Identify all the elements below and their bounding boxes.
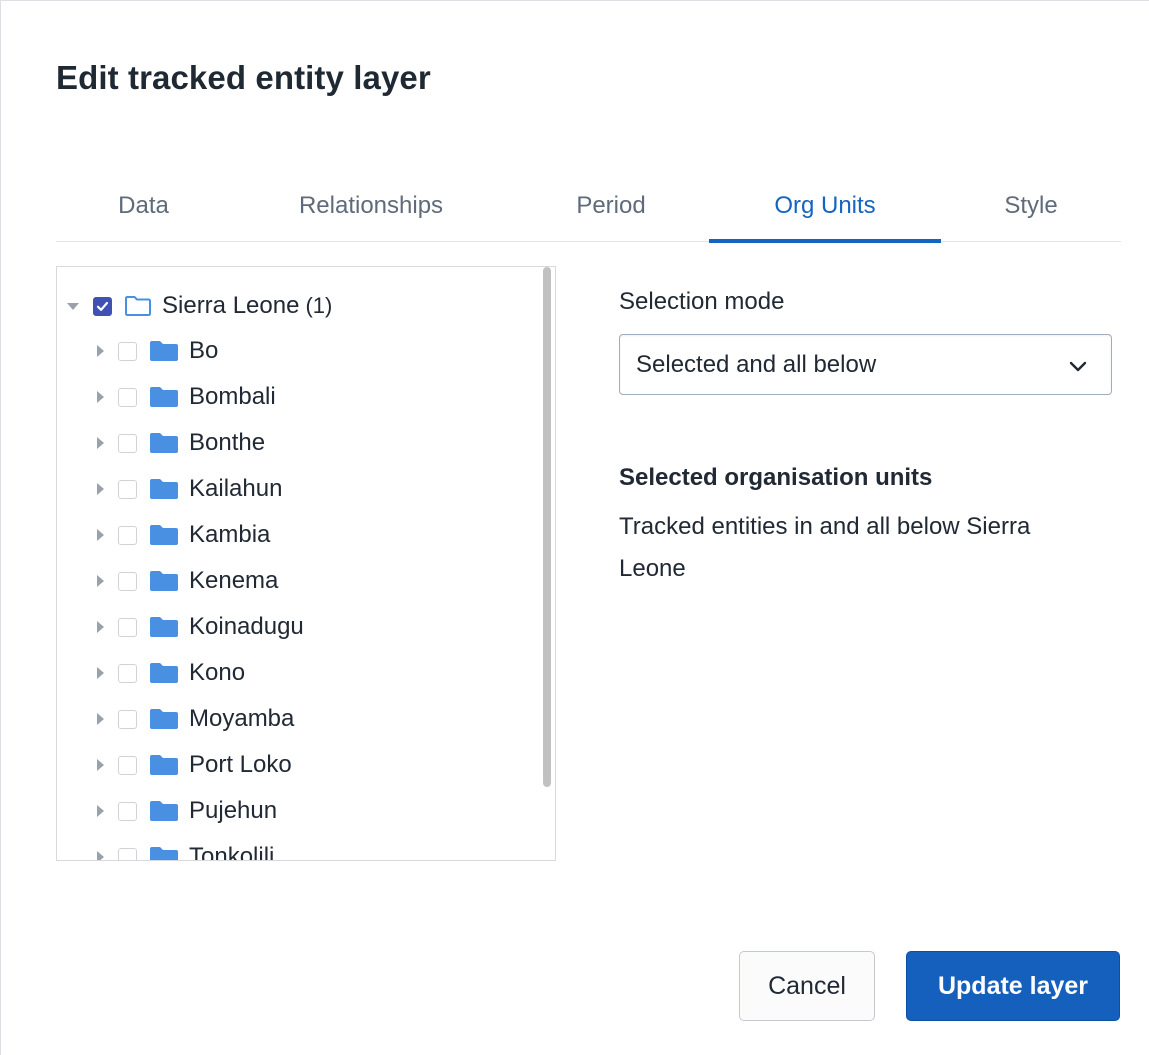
tree-node-label[interactable]: Kambia — [189, 521, 270, 549]
folder-icon — [149, 432, 179, 454]
caret-right-icon[interactable] — [97, 529, 104, 541]
edit-layer-dialog: Edit tracked entity layer Data Relations… — [0, 0, 1149, 1055]
tab-org-units[interactable]: Org Units — [709, 171, 941, 243]
tree-node[interactable]: Kono — [97, 653, 245, 693]
tree-node-label[interactable]: Kenema — [189, 567, 278, 595]
tree-node-checkbox[interactable] — [118, 617, 137, 637]
tree-node[interactable]: Pujehun — [97, 791, 277, 831]
tab-period[interactable]: Period — [546, 171, 676, 241]
tree-node[interactable]: Port Loko — [97, 745, 292, 785]
caret-right-icon[interactable] — [97, 667, 104, 679]
tree-node-checkbox[interactable] — [118, 341, 137, 361]
tree-node-checkbox[interactable] — [118, 525, 137, 545]
folder-icon — [149, 386, 179, 408]
folder-outline-icon — [124, 295, 152, 317]
caret-right-icon[interactable] — [97, 391, 104, 403]
tree-node[interactable]: Kailahun — [97, 469, 282, 509]
tree-node-label[interactable]: Sierra Leone — [162, 292, 299, 320]
folder-icon — [149, 754, 179, 776]
caret-right-icon[interactable] — [97, 851, 104, 860]
caret-right-icon[interactable] — [97, 759, 104, 771]
tree-node-root[interactable]: Sierra Leone (1) — [67, 286, 332, 326]
tree-node-label[interactable]: Moyamba — [189, 705, 294, 733]
tree-node-label[interactable]: Bombali — [189, 383, 276, 411]
tab-relationships[interactable]: Relationships — [261, 171, 481, 241]
folder-icon — [149, 524, 179, 546]
caret-right-icon[interactable] — [97, 437, 104, 449]
folder-icon — [149, 340, 179, 362]
folder-icon — [149, 846, 179, 860]
selection-mode-value: Selected and all below — [636, 350, 877, 378]
tree-scrollbar[interactable] — [543, 267, 551, 787]
tree-node-label[interactable]: Pujehun — [189, 797, 277, 825]
tree-node[interactable]: Bo — [97, 331, 218, 371]
folder-icon — [149, 800, 179, 822]
tree-node-label[interactable]: Port Loko — [189, 751, 292, 779]
caret-right-icon[interactable] — [97, 713, 104, 725]
cancel-button[interactable]: Cancel — [739, 951, 875, 1021]
caret-right-icon[interactable] — [97, 805, 104, 817]
tree-node-label[interactable]: Kailahun — [189, 475, 282, 503]
tree-node-checkbox[interactable] — [118, 663, 137, 683]
tree-node[interactable]: Koinadugu — [97, 607, 304, 647]
selection-mode-label: Selection mode — [619, 288, 785, 315]
folder-icon — [149, 662, 179, 684]
tree-node-label[interactable]: Koinadugu — [189, 613, 304, 641]
check-icon — [96, 301, 109, 311]
folder-icon — [149, 570, 179, 592]
caret-right-icon[interactable] — [97, 345, 104, 357]
folder-icon — [149, 708, 179, 730]
tree-node-checkbox[interactable] — [118, 801, 137, 821]
tree-node-count: (1) — [305, 293, 333, 318]
tree-node[interactable]: Tonkolili — [97, 837, 274, 860]
tree-node[interactable]: Kambia — [97, 515, 270, 555]
chevron-down-icon — [1067, 355, 1089, 384]
selection-mode-select[interactable]: Selected and all below — [619, 334, 1112, 395]
dialog-title: Edit tracked entity layer — [56, 59, 431, 96]
tree-node-checkbox[interactable] — [118, 433, 137, 453]
tab-style[interactable]: Style — [981, 171, 1081, 241]
tree-node-checkbox[interactable] — [118, 847, 137, 860]
tab-data[interactable]: Data — [86, 171, 201, 241]
tree-node-label[interactable]: Kono — [189, 659, 245, 687]
tree-node-label[interactable]: Bo — [189, 337, 218, 365]
tree-node[interactable]: Moyamba — [97, 699, 294, 739]
tree-node-checkbox[interactable] — [118, 571, 137, 591]
folder-icon — [149, 616, 179, 638]
folder-icon — [149, 478, 179, 500]
tree-node-checkbox[interactable] — [118, 387, 137, 407]
update-layer-button[interactable]: Update layer — [906, 951, 1120, 1021]
tree-node-checkbox[interactable] — [118, 709, 137, 729]
selected-units-description: Tracked entities in and all below Sierra… — [619, 513, 1031, 582]
tree-node-label[interactable]: Tonkolili — [189, 843, 274, 860]
tab-bar: Data Relationships Period Org Units Styl… — [56, 171, 1121, 243]
org-unit-tree: Sierra Leone (1) Bo Bombali Bonthe Kailahun… — [56, 266, 556, 861]
caret-right-icon[interactable] — [97, 575, 104, 587]
tree-node[interactable]: Kenema — [97, 561, 278, 601]
caret-down-icon[interactable] — [67, 302, 79, 310]
tree-node[interactable]: Bonthe — [97, 423, 265, 463]
root-checkbox[interactable] — [93, 296, 112, 316]
tree-node-checkbox[interactable] — [118, 479, 137, 499]
tree-node-checkbox[interactable] — [118, 755, 137, 775]
caret-right-icon[interactable] — [97, 621, 104, 633]
selected-units-heading: Selected organisation units — [619, 464, 933, 491]
tree-node[interactable]: Bombali — [97, 377, 276, 417]
tree-node-label[interactable]: Bonthe — [189, 429, 265, 457]
caret-right-icon[interactable] — [97, 483, 104, 495]
